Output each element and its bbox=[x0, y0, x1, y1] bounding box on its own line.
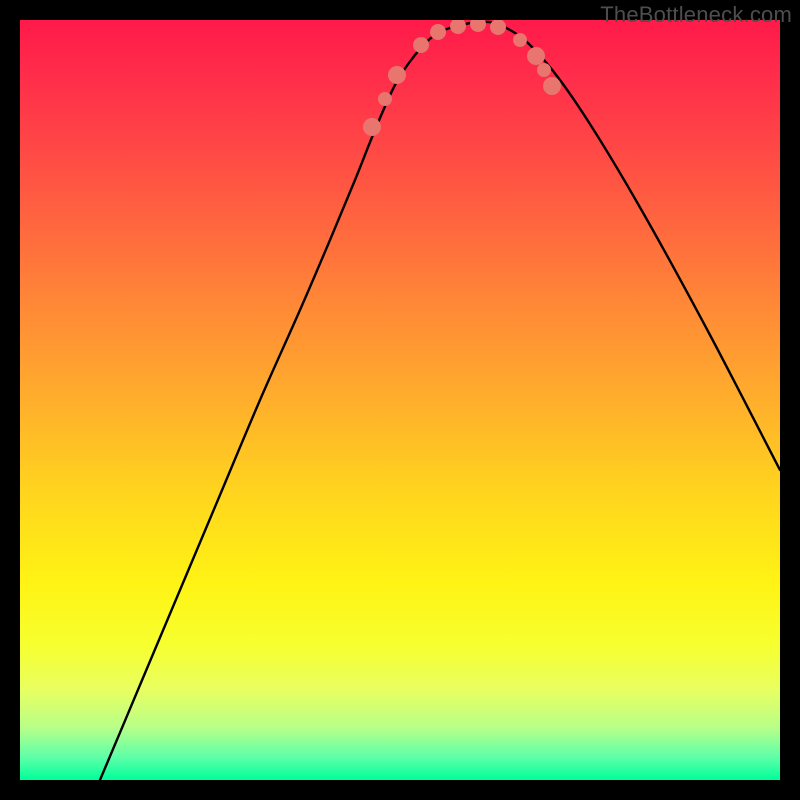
curve-marker bbox=[470, 20, 486, 32]
curve-markers bbox=[363, 20, 561, 136]
curve-marker bbox=[537, 63, 551, 77]
curve-marker bbox=[388, 66, 406, 84]
curve-marker bbox=[413, 37, 429, 53]
curve-marker bbox=[527, 47, 545, 65]
curve-marker bbox=[543, 77, 561, 95]
bottleneck-curve bbox=[100, 22, 780, 780]
curve-marker bbox=[513, 33, 527, 47]
curve-marker bbox=[363, 118, 381, 136]
bottleneck-curve-svg bbox=[20, 20, 780, 780]
chart-plot-area bbox=[20, 20, 780, 780]
curve-marker bbox=[450, 20, 466, 34]
curve-marker bbox=[378, 92, 392, 106]
curve-marker bbox=[430, 24, 446, 40]
watermark-text: TheBottleneck.com bbox=[600, 2, 792, 28]
curve-marker bbox=[490, 20, 506, 35]
